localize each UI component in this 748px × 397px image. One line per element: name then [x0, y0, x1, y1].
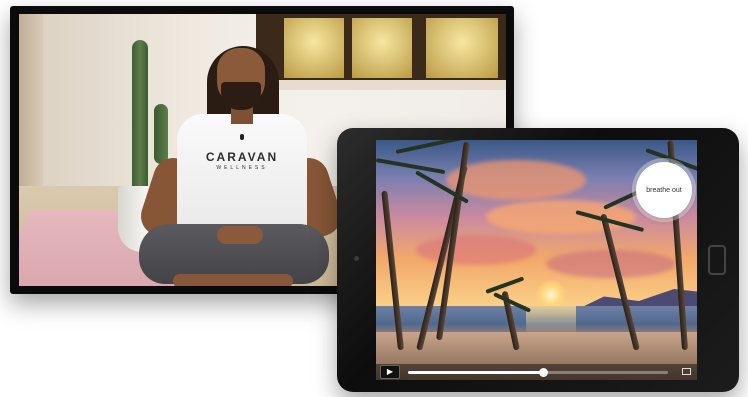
- window-pane: [426, 18, 498, 78]
- camera-icon: [354, 256, 359, 261]
- brand-subtitle: WELLNESS: [216, 165, 268, 171]
- curtain: [19, 14, 43, 204]
- feet: [173, 274, 293, 286]
- breathe-prompt: breathe out: [646, 186, 682, 194]
- home-button[interactable]: [708, 245, 726, 275]
- progress-bar-fill: [408, 371, 544, 374]
- play-icon: ▶: [386, 367, 394, 376]
- meditating-person: CARAVAN WELLNESS: [135, 38, 347, 286]
- fullscreen-icon[interactable]: [682, 368, 691, 375]
- shirt-logo: CARAVAN WELLNESS: [177, 150, 307, 171]
- window-pane: [352, 18, 412, 78]
- progress-scrubber[interactable]: [539, 368, 549, 377]
- brand-name: CARAVAN: [205, 150, 279, 164]
- video-controls-bar: ▶: [376, 364, 697, 380]
- t-shirt: [177, 114, 307, 234]
- tablet-device: breathe out ▶: [337, 128, 739, 392]
- folded-hands: [217, 226, 263, 244]
- cloud: [416, 235, 536, 265]
- sunset-video-frame[interactable]: breathe out ▶: [376, 140, 697, 380]
- play-button[interactable]: ▶: [380, 365, 400, 379]
- breathing-guide-circle[interactable]: breathe out: [636, 162, 692, 218]
- progress-bar[interactable]: [408, 368, 668, 377]
- lapel-mic: [240, 134, 244, 140]
